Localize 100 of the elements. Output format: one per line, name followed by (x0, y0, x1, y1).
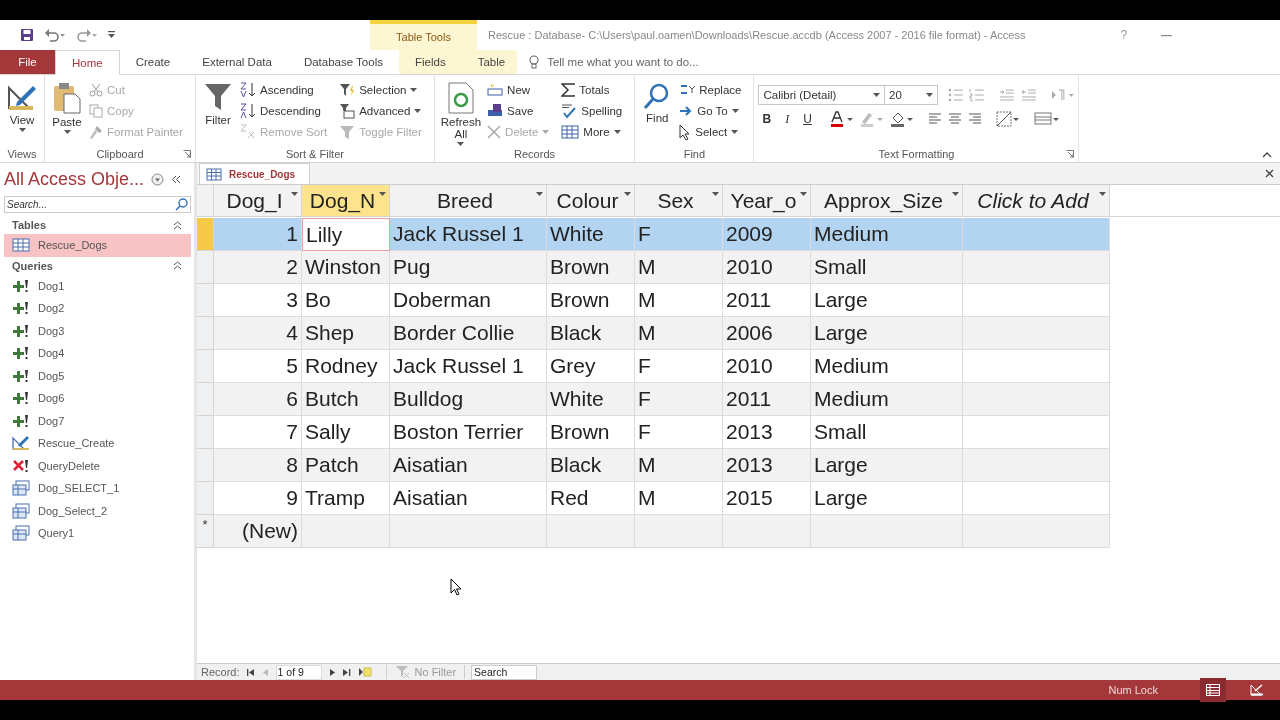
ribbon-tab[interactable]: Table (461, 50, 518, 74)
document-tab[interactable]: Rescue_Dogs (199, 163, 311, 184)
collapse-pane-icon[interactable] (171, 174, 182, 184)
nav-section-header[interactable]: Queries (4, 256, 191, 275)
ribbon-button[interactable]: Go To (677, 100, 744, 121)
column-header[interactable]: Dog_I (214, 185, 302, 217)
outdent-icon[interactable] (1020, 89, 1037, 101)
nav-item[interactable]: Dog4 (4, 342, 191, 365)
ribbon-button[interactable]: Advanced (337, 100, 424, 121)
dialog-launcher-icon[interactable] (1066, 150, 1075, 158)
collapse-ribbon-icon[interactable] (1262, 152, 1272, 158)
column-header[interactable]: Dog_N (302, 185, 390, 217)
search-field[interactable]: Search... (4, 196, 191, 213)
design-view-icon[interactable] (1250, 684, 1264, 696)
save-icon[interactable] (20, 28, 34, 42)
search-icon[interactable] (175, 198, 188, 211)
ribbon-button[interactable]: Filter (200, 78, 237, 146)
ribbon-button[interactable]: Spelling (559, 100, 625, 121)
caret-icon (542, 129, 550, 134)
column-header[interactable]: Colour (547, 185, 635, 217)
redo-icon[interactable] (76, 28, 98, 42)
nav-item[interactable]: Dog1 (4, 274, 191, 297)
fill-color-icon[interactable] (889, 111, 914, 127)
nav-item[interactable]: Query1 (4, 522, 191, 545)
ribbon-button[interactable]: Find (639, 78, 676, 146)
customize-icon[interactable] (108, 31, 116, 39)
dialog-launcher-icon[interactable] (183, 150, 192, 158)
next-record-icon[interactable] (327, 667, 336, 677)
caret-icon (952, 192, 959, 196)
format-button[interactable]: B (758, 112, 776, 126)
caret-icon (536, 192, 543, 196)
ribbon-button[interactable]: Replace (677, 79, 744, 100)
ribbon-button[interactable]: Save (485, 100, 552, 121)
align-right-icon[interactable] (967, 113, 982, 125)
new-record-icon[interactable] (357, 667, 372, 677)
ribbon-button[interactable]: View (4, 78, 40, 146)
ribbon-button[interactable]: Descending (238, 100, 330, 121)
table-cell: Pug (390, 251, 547, 284)
previous-record-icon[interactable] (261, 667, 270, 677)
undo-icon[interactable] (44, 28, 66, 42)
align-left-icon[interactable] (927, 113, 942, 125)
column-header[interactable]: Click to Add (963, 185, 1110, 217)
nav-item[interactable]: Dog6 (4, 387, 191, 410)
nav-item[interactable]: Dog5 (4, 364, 191, 387)
group-label: Clipboard (96, 148, 144, 160)
ribbon-button[interactable]: Select (677, 121, 744, 142)
font-name-field[interactable]: Calibri (Detail) (758, 85, 886, 105)
font-color-icon[interactable] (829, 111, 854, 127)
table-cell: Lilly (302, 218, 390, 251)
nav-item[interactable]: Dog_SELECT_1 (4, 477, 191, 500)
ribbon-tab[interactable]: Home (55, 50, 120, 75)
format-button[interactable]: I (781, 111, 794, 127)
first-record-icon[interactable] (245, 667, 256, 677)
highlight-icon[interactable] (859, 111, 884, 127)
alternate-row-color-icon[interactable] (1033, 111, 1060, 127)
ribbon-button[interactable]: Ascending (238, 79, 330, 100)
tell-me-field[interactable]: Tell me what you want to do... (545, 55, 746, 69)
table-cell: White (547, 383, 635, 416)
ribbon-button[interactable]: Totals (559, 79, 625, 100)
align-center-icon[interactable] (947, 113, 962, 125)
nav-item[interactable]: QueryDelete (4, 454, 191, 477)
indent-icon[interactable] (999, 89, 1015, 101)
record-position-field[interactable]: 1 of 9 (275, 664, 322, 680)
table-cell: Jack Russel 1 (390, 218, 547, 251)
ribbon-button[interactable]: Paste (49, 78, 85, 146)
plus-exclamation-icon (12, 322, 30, 339)
cross-exclamation-icon (12, 457, 30, 474)
format-button[interactable]: U (799, 112, 816, 126)
font-size-field[interactable]: 20 (884, 85, 938, 105)
ribbon-button[interactable]: More (559, 121, 625, 142)
column-header[interactable]: Year_o (723, 185, 811, 217)
table-cell: Grey (547, 350, 635, 383)
numbered-list-icon[interactable] (969, 88, 986, 102)
nav-item[interactable]: Rescue_Dogs (4, 234, 191, 257)
last-record-icon[interactable] (341, 667, 352, 677)
ribbon-button[interactable]: Refresh All (438, 78, 484, 146)
dropdown-circle-icon[interactable] (151, 172, 165, 186)
nav-item[interactable]: Rescue_Create (4, 432, 191, 455)
ribbon-button[interactable]: New (485, 79, 552, 100)
column-header[interactable]: Approx_Size (811, 185, 963, 217)
close-icon[interactable] (1265, 169, 1274, 178)
nav-item[interactable]: Dog2 (4, 297, 191, 320)
nav-item[interactable]: Dog7 (4, 409, 191, 432)
column-header[interactable]: Sex (635, 185, 723, 217)
table-cell: Border Collie (390, 317, 547, 350)
table-icon (561, 124, 580, 139)
ribbon-tab[interactable]: Fields (398, 50, 462, 74)
nav-section-header[interactable]: Tables (4, 216, 191, 234)
search-field[interactable]: Search (471, 664, 538, 680)
nav-item[interactable]: Dog3 (4, 319, 191, 342)
gridlines-icon[interactable] (995, 111, 1020, 127)
ribbon-tab[interactable]: File (0, 50, 55, 74)
paragraph-direction-icon[interactable] (1050, 89, 1075, 101)
bullet-list-icon[interactable] (947, 88, 964, 102)
table-cell: 2006 (723, 317, 811, 350)
ribbon-button[interactable]: Selection (337, 79, 424, 100)
table-cell: 3 (214, 284, 302, 317)
nav-item[interactable]: Dog_Select_2 (4, 499, 191, 522)
nav-pane-title[interactable]: All Access Obje... (4, 168, 145, 190)
column-header[interactable]: Breed (390, 185, 547, 217)
